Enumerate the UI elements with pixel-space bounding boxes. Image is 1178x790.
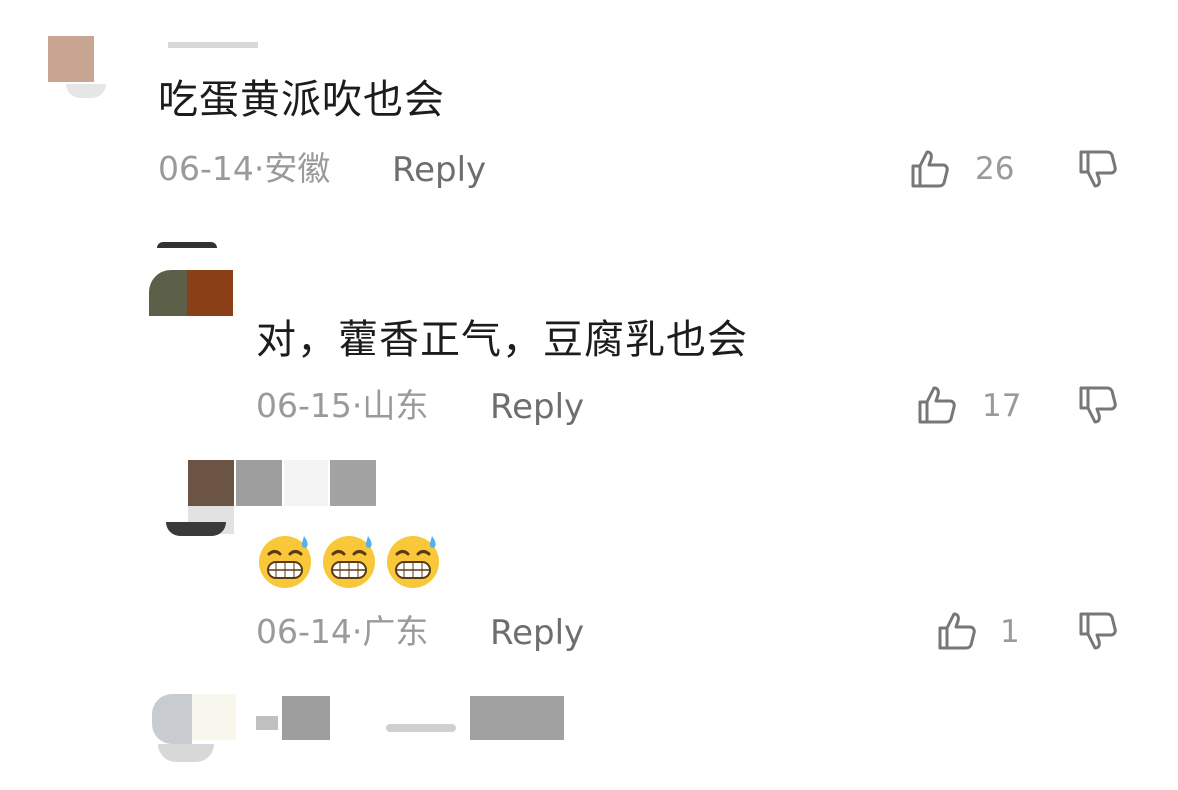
thumbs-down-icon[interactable] [1076, 147, 1120, 191]
like-count: 1 [1000, 614, 1020, 650]
comment-date: 06-14· [256, 612, 363, 651]
username-redacted [256, 694, 566, 742]
comment-date: 06-14· [158, 149, 265, 188]
grinning-sweat-emoji [323, 536, 375, 588]
avatar[interactable] [145, 242, 237, 322]
like-count: 17 [982, 388, 1022, 424]
comment-meta: 06-14·广东 [256, 612, 428, 652]
comment-text: 对，藿香正气，豆腐乳也会 [256, 317, 748, 363]
comment-meta: 06-15·山东 [256, 386, 428, 426]
comment-location: 山东 [362, 386, 429, 425]
reply-button[interactable]: Reply [392, 150, 486, 190]
thumbs-up-icon[interactable] [908, 147, 952, 191]
comment-text: 吃蛋黄派吹也会 [158, 77, 445, 123]
username-redacted [168, 38, 258, 50]
emoji-row [256, 532, 442, 590]
comment-date: 06-15· [256, 386, 363, 425]
like-count: 26 [975, 151, 1015, 187]
avatar[interactable] [40, 14, 110, 98]
comment-location: 安徽 [264, 149, 331, 188]
username-redacted [236, 460, 376, 506]
grinning-sweat-emoji [259, 536, 311, 588]
comment-meta: 06-14·安徽 [158, 149, 330, 189]
thumbs-up-icon[interactable] [935, 609, 979, 653]
thumbs-down-icon[interactable] [1076, 383, 1120, 427]
comment-item: 吃蛋黄派吹也会 06-14·安徽 Reply 26 [0, 0, 1178, 230]
thumbs-up-icon[interactable] [915, 383, 959, 427]
comment-location: 广东 [362, 612, 429, 651]
comment-item [0, 680, 1178, 790]
avatar[interactable] [148, 694, 240, 766]
thumbs-down-icon[interactable] [1076, 609, 1120, 653]
reply-button[interactable]: Reply [490, 387, 584, 427]
comment-item: 06-14·广东 Reply 1 [0, 450, 1178, 680]
comment-item: 对，藿香正气，豆腐乳也会 06-15·山东 Reply 17 [0, 230, 1178, 450]
reply-button[interactable]: Reply [490, 613, 584, 653]
avatar[interactable] [160, 460, 240, 540]
grinning-sweat-emoji [387, 536, 439, 588]
